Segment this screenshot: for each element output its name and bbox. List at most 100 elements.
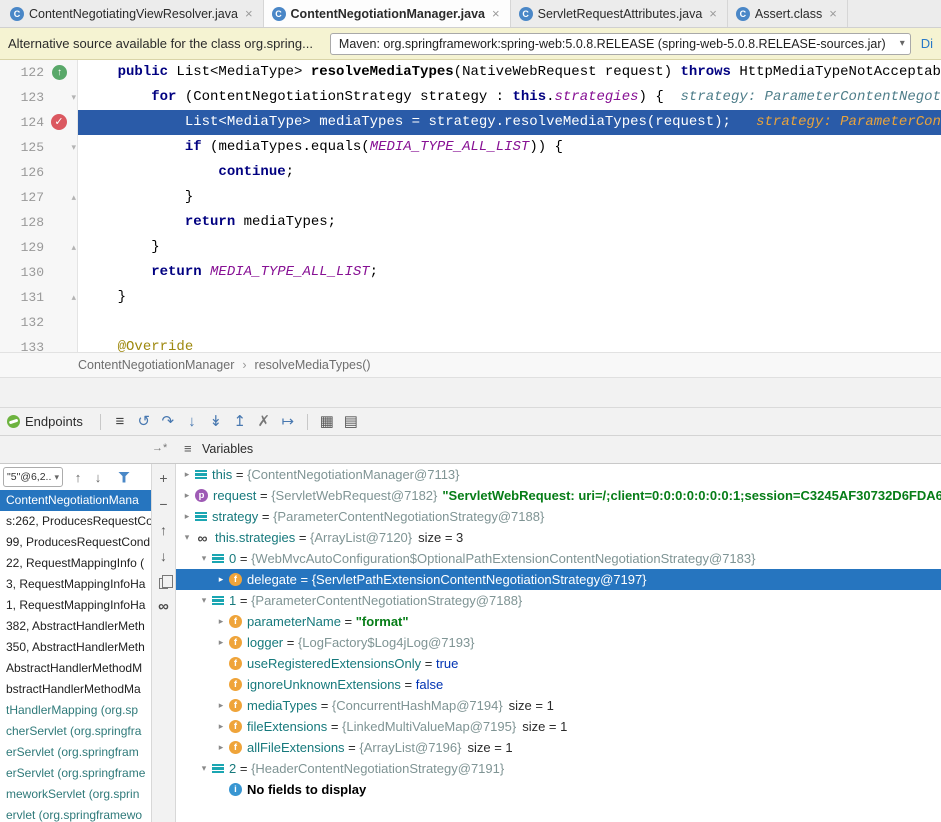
code-line[interactable]: 132 [0,310,941,335]
frame-row[interactable]: erServlet (org.springframe [0,763,151,784]
frame-row[interactable]: 99, ProducesRequestCond [0,532,151,553]
filter-frames-icon[interactable] [118,472,130,483]
variable-row-logger[interactable]: ▸flogger = {LogFactory$Log4jLog@7193} [176,632,941,653]
force-step-into-icon[interactable]: ↡ [204,408,228,435]
code-line[interactable]: 124✓ List<MediaType> mediaTypes = strate… [0,110,941,135]
source-jar-combo[interactable]: Maven: org.springframework:spring-web:5.… [330,33,911,55]
frame-row[interactable]: ContentNegotiationMana [0,490,151,511]
fold-marker-icon[interactable]: ▴ [71,235,76,260]
breakpoint-icon[interactable]: ✓ [51,114,67,130]
frame-row[interactable]: tHandlerMapping (org.sp [0,700,151,721]
frame-row[interactable]: meworkServlet (org.sprin [0,784,151,805]
variable-row-1[interactable]: ▾1 = {ParameterContentNegotiationStrateg… [176,590,941,611]
fold-marker-icon[interactable]: ▴ [71,185,76,210]
close-icon[interactable]: × [245,6,253,21]
menu-icon[interactable]: ≡ [184,441,192,456]
code-line[interactable]: 122↑ public List<MediaType> resolveMedia… [0,60,941,85]
fold-marker-icon[interactable]: ▴ [71,285,76,310]
frame-row[interactable]: cherServlet (org.springfra [0,721,151,742]
add-icon[interactable]: + [156,471,172,487]
variable-row-ignoreUnknownExtensions[interactable]: fignoreUnknownExtensions = false [176,674,941,695]
editor-tab[interactable]: CContentNegotiationManager.java× [264,0,511,27]
editor-tab[interactable]: CAssert.class× [728,0,848,27]
code-editor[interactable]: 122↑ public List<MediaType> resolveMedia… [0,60,941,352]
variable-row-parameterName[interactable]: ▸fparameterName = "format" [176,611,941,632]
pin-icon[interactable]: →* [152,442,167,454]
breadcrumb-item[interactable]: ContentNegotiationManager [78,358,234,372]
close-icon[interactable]: × [709,6,717,21]
step-into-icon[interactable]: ↓ [180,408,204,435]
close-icon[interactable]: × [829,6,837,21]
code-line[interactable]: 129▴ } [0,235,941,260]
frame-row[interactable]: 350, AbstractHandlerMeth [0,637,151,658]
code-line[interactable]: 131▴ } [0,285,941,310]
variable-row-useRegisteredExtensionsOnly[interactable]: fuseRegisteredExtensionsOnly = true [176,653,941,674]
frame-row[interactable]: 1, RequestMappingInfoHa [0,595,151,616]
code-line[interactable]: 130 return MEDIA_TYPE_ALL_LIST; [0,260,941,285]
variable-row[interactable]: iNo fields to display [176,779,941,800]
chevron-collapsed-icon[interactable]: ▸ [214,637,228,648]
next-frame-icon[interactable]: ↓ [90,470,106,485]
variable-row-strategy[interactable]: ▸strategy = {ParameterContentNegotiation… [176,506,941,527]
frame-row[interactable]: AbstractHandlerMethodM [0,658,151,679]
chevron-collapsed-icon[interactable]: ▸ [214,616,228,627]
step-out-icon[interactable]: ↥ [228,408,252,435]
chevron-collapsed-icon[interactable]: ▸ [214,574,228,585]
endpoints-tab-label[interactable]: Endpoints [25,414,83,429]
frame-row[interactable]: s:262, ProducesRequestCo [0,511,151,532]
show-execution-point-icon[interactable]: ↺ [132,408,156,435]
variable-row-this[interactable]: ▸this = {ContentNegotiationManager@7113} [176,464,941,485]
code-line[interactable]: 128 return mediaTypes; [0,210,941,235]
view-as-table-icon[interactable]: ▦ [315,408,339,435]
close-icon[interactable]: × [492,6,500,21]
frame-row[interactable]: ervlet (org.springframewo [0,805,151,822]
chevron-collapsed-icon[interactable]: ▸ [180,511,194,522]
layout-settings-icon[interactable]: ▤ [339,408,363,435]
code-line[interactable]: 125▾ if (mediaTypes.equals(MEDIA_TYPE_AL… [0,135,941,160]
chevron-expanded-icon[interactable]: ▾ [180,532,194,543]
variable-row-fileExtensions[interactable]: ▸ffileExtensions = {LinkedMultiValueMap@… [176,716,941,737]
breadcrumb-item[interactable]: resolveMediaTypes() [255,358,371,372]
drop-frame-icon[interactable]: ✗ [252,408,276,435]
copy-icon[interactable] [159,578,168,589]
chevron-collapsed-icon[interactable]: ▸ [180,469,194,480]
previous-frame-icon[interactable]: ↑ [70,470,86,485]
variable-row-this-strategies[interactable]: ▾∞this.strategies = {ArrayList@7120}size… [176,527,941,548]
variable-row-0[interactable]: ▾0 = {WebMvcAutoConfiguration$OptionalPa… [176,548,941,569]
frame-row[interactable]: 382, AbstractHandlerMeth [0,616,151,637]
variable-row-allFileExtensions[interactable]: ▸fallFileExtensions = {ArrayList@7196}si… [176,737,941,758]
code-line[interactable]: 133 @Override [0,335,941,352]
remove-icon[interactable]: − [156,497,172,513]
code-line[interactable]: 126 continue; [0,160,941,185]
variable-row-mediaTypes[interactable]: ▸fmediaTypes = {ConcurrentHashMap@7194}s… [176,695,941,716]
code-line[interactable]: 127▴ } [0,185,941,210]
fold-marker-icon[interactable]: ▾ [71,135,76,160]
editor-tab[interactable]: CContentNegotiatingViewResolver.java× [2,0,264,27]
frame-row[interactable]: 3, RequestMappingInfoHa [0,574,151,595]
code-line[interactable]: 123▾ for (ContentNegotiationStrategy str… [0,85,941,110]
run-to-cursor-icon[interactable]: ↦ [276,408,300,435]
chevron-collapsed-icon[interactable]: ▸ [214,742,228,753]
overridden-method-icon[interactable]: ↑ [52,65,67,80]
fold-marker-icon[interactable]: ▾ [71,85,76,110]
step-over-icon[interactable]: ↷ [156,408,180,435]
chevron-collapsed-icon[interactable]: ▸ [214,700,228,711]
chevron-expanded-icon[interactable]: ▾ [197,553,211,564]
variable-row-2[interactable]: ▾2 = {HeaderContentNegotiationStrategy@7… [176,758,941,779]
variable-row-delegate[interactable]: ▸fdelegate = {ServletPathExtensionConten… [176,569,941,590]
chevron-collapsed-icon[interactable]: ▸ [180,490,194,501]
editor-tab[interactable]: CServletRequestAttributes.java× [511,0,728,27]
watches-icon[interactable]: ∞ [156,599,172,615]
frame-row[interactable]: 22, RequestMappingInfo ( [0,553,151,574]
chevron-expanded-icon[interactable]: ▾ [197,595,211,606]
frame-row[interactable]: erServlet (org.springfram [0,742,151,763]
options-menu-icon[interactable]: ≡ [108,408,132,435]
variables-tab-label[interactable]: Variables [202,442,253,456]
chevron-expanded-icon[interactable]: ▾ [197,763,211,774]
frame-row[interactable]: bstractHandlerMethodMa [0,679,151,700]
thread-selector-combo[interactable]: "5"@6,2... ▾ [3,467,63,487]
move-up-icon[interactable]: ↑ [156,523,172,539]
variable-row-request[interactable]: ▸prequest = {ServletWebRequest@7182}"Ser… [176,485,941,506]
move-down-icon[interactable]: ↓ [156,549,172,565]
chevron-collapsed-icon[interactable]: ▸ [214,721,228,732]
